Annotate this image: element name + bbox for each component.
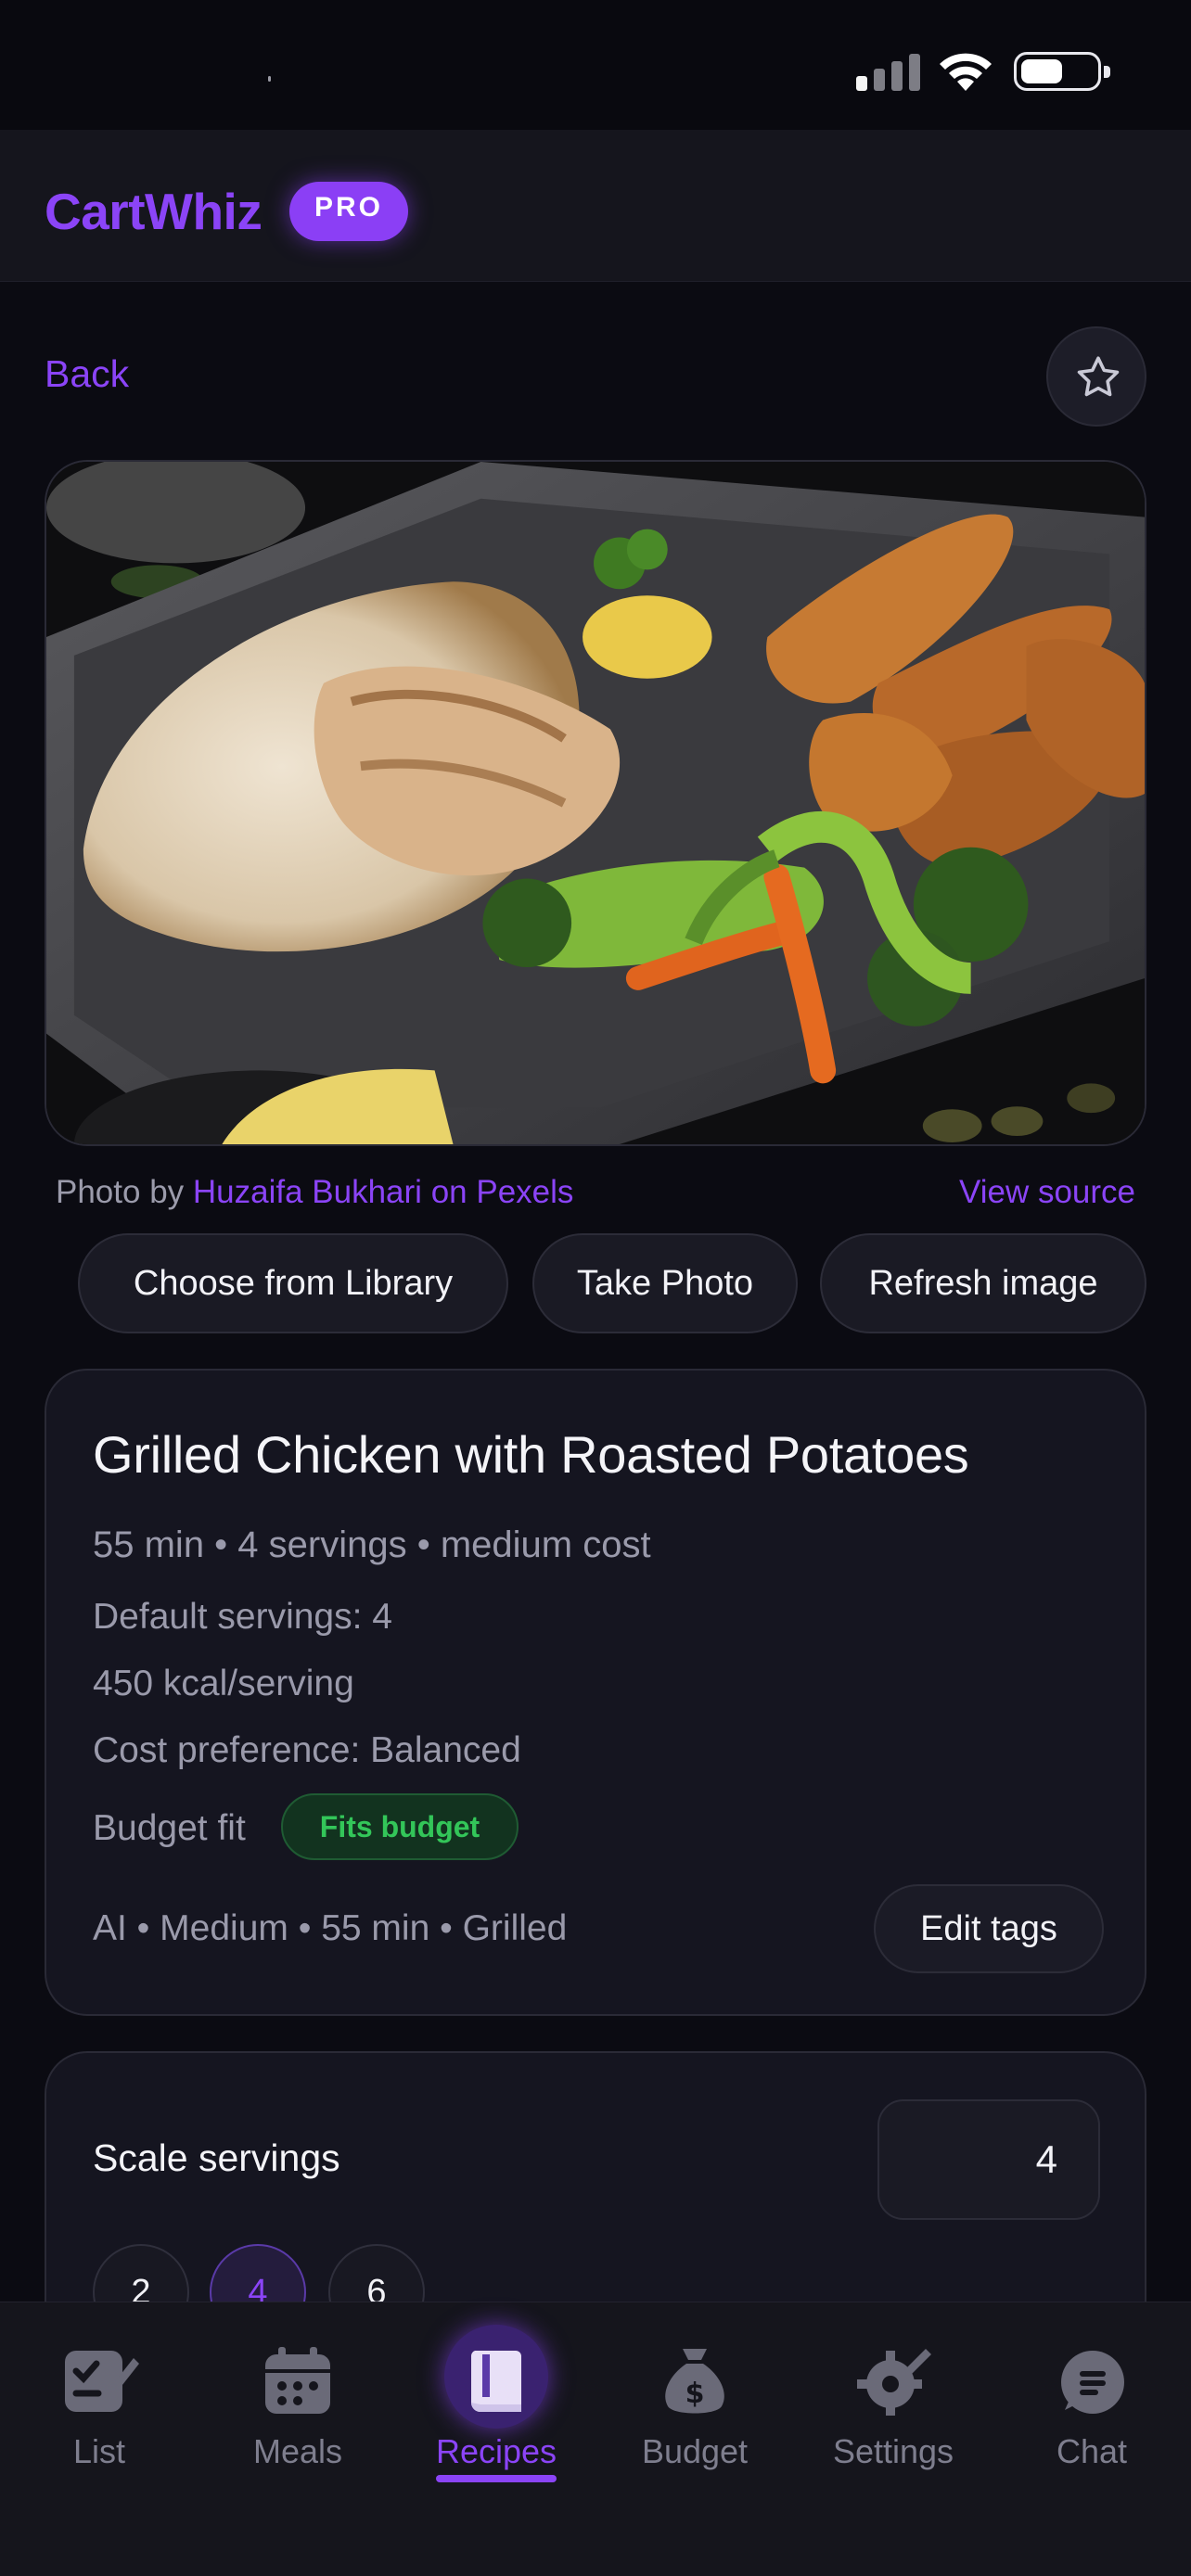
photographer-link[interactable]: Huzaifa Bukhari [193, 1174, 422, 1210]
bottom-tab-bar: List Meals Recipes $ Budget Settings Cha… [0, 2302, 1191, 2576]
scale-servings-label: Scale servings [93, 2136, 340, 2179]
edit-tags-button[interactable]: Edit tags [874, 1884, 1104, 1973]
choose-from-library-button[interactable]: Choose from Library [78, 1233, 508, 1333]
status-bar [0, 0, 1191, 130]
recipe-details-card: Grilled Chicken with Roasted Potatoes 55… [45, 1369, 1146, 2016]
refresh-image-button[interactable]: Refresh image [820, 1233, 1146, 1333]
tab-recipes-label: Recipes [435, 2432, 557, 2470]
book-icon [470, 2351, 521, 2412]
tab-chat[interactable]: Chat [992, 2302, 1191, 2488]
cellular-signal-icon [856, 54, 921, 91]
tab-meals-label: Meals [252, 2432, 343, 2470]
recipe-summary: 55 min • 4 servings • medium cost [93, 1524, 651, 1565]
chat-icon [1061, 2351, 1124, 2414]
take-photo-button[interactable]: Take Photo [532, 1233, 798, 1333]
view-source-link[interactable]: View source [959, 1174, 1135, 1211]
photo-credit: Photo by Huzaifa Bukhari on Pexels [56, 1174, 573, 1211]
status-dot [268, 76, 271, 82]
checklist-icon [65, 2351, 139, 2412]
tab-list-label: List [72, 2432, 126, 2470]
recipe-title: Grilled Chicken with Roasted Potatoes [93, 1425, 969, 1484]
star-icon [1077, 356, 1120, 397]
money-bag-icon: $ [665, 2349, 724, 2414]
tab-list[interactable]: List [0, 2302, 198, 2488]
battery-icon [1014, 52, 1110, 91]
calendar-icon [265, 2347, 330, 2414]
tab-recipes[interactable]: Recipes [397, 2302, 596, 2488]
servings-input[interactable]: 4 [877, 2099, 1100, 2220]
pro-badge: PRO [289, 182, 408, 241]
tab-settings-label: Settings [832, 2432, 954, 2470]
app-logo: CartWhiz [45, 183, 263, 240]
tab-budget[interactable]: $ Budget [596, 2302, 794, 2488]
tab-chat-label: Chat [1056, 2432, 1128, 2470]
active-tab-indicator [436, 2475, 557, 2482]
credit-suffix[interactable]: on Pexels [422, 1174, 574, 1210]
wifi-icon [940, 53, 992, 91]
default-servings: Default servings: 4 [93, 1597, 392, 1637]
tab-settings[interactable]: Settings [794, 2302, 992, 2488]
favorite-button[interactable] [1046, 326, 1146, 427]
budget-fit-label: Budget fit [93, 1808, 246, 1848]
gear-icon [857, 2349, 931, 2416]
credit-prefix: Photo by [56, 1174, 193, 1210]
recipe-photo [45, 460, 1146, 1146]
cost-preference: Cost preference: Balanced [93, 1730, 521, 1770]
app-header: CartWhiz PRO [0, 130, 1191, 282]
calories-per-serving: 450 kcal/serving [93, 1664, 354, 1703]
back-button[interactable]: Back [45, 352, 129, 396]
budget-fit-badge: Fits budget [281, 1793, 519, 1860]
recipe-tags: AI • Medium • 55 min • Grilled [93, 1908, 568, 1948]
tab-meals[interactable]: Meals [198, 2302, 397, 2488]
svg-text:$: $ [685, 2378, 705, 2410]
tab-budget-label: Budget [641, 2432, 749, 2470]
